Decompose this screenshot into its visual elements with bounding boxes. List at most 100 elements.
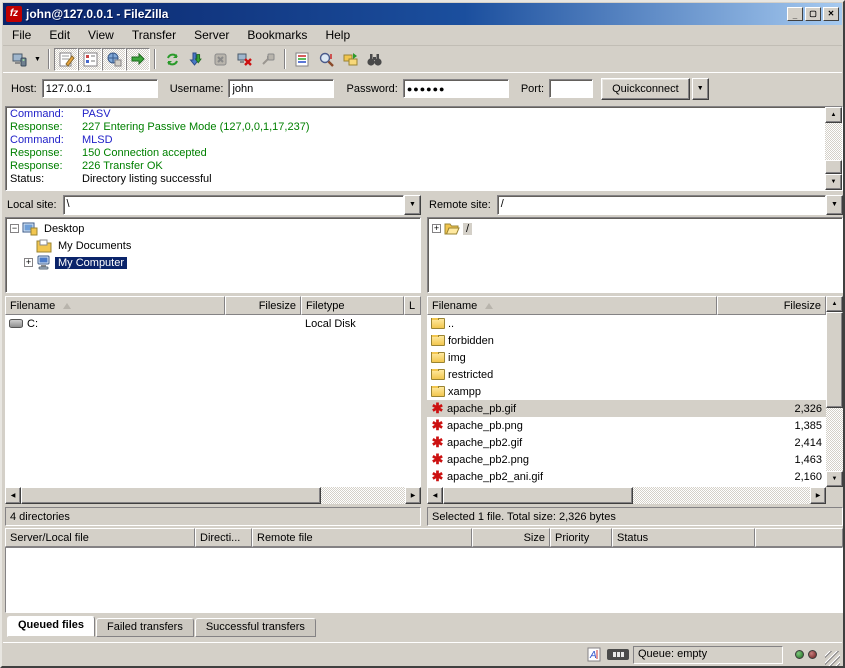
remote-file-row[interactable]: ✱apache_pb2_ani.gif 2,160	[427, 468, 826, 485]
column-header-filename[interactable]: Filename	[427, 296, 717, 315]
expand-icon[interactable]: +	[432, 224, 441, 233]
remote-horizontal-scrollbar[interactable]: ◀ ▶	[427, 487, 826, 504]
quickconnect-button[interactable]: Quickconnect	[601, 78, 690, 100]
speed-limits-icon[interactable]	[607, 649, 629, 660]
remote-file-row[interactable]: ✱apache_pb.png 1,385	[427, 417, 826, 434]
toolbar: ▼	[3, 46, 842, 72]
resize-grip[interactable]	[825, 651, 840, 666]
chevron-down-icon[interactable]: ▼	[404, 195, 421, 215]
chevron-down-icon[interactable]: ▼	[826, 195, 843, 215]
find-files-button[interactable]	[362, 48, 386, 71]
remote-site-combo[interactable]: / ▼	[497, 195, 843, 215]
local-scroll-track[interactable]	[21, 487, 405, 504]
column-header-filesize[interactable]: Filesize	[717, 296, 826, 315]
toggle-local-tree-button[interactable]	[78, 48, 102, 71]
column-header-filetype[interactable]: Filetype	[301, 296, 404, 315]
remote-file-row[interactable]: ..	[427, 315, 826, 332]
log-scrollbar[interactable]: ▲ ▼	[825, 107, 842, 190]
menu-file[interactable]: File	[3, 26, 40, 44]
local-file-row[interactable]: C: Local Disk	[5, 315, 421, 332]
tree-item-root[interactable]: + /	[428, 220, 842, 237]
tree-item-desktop[interactable]: − Desktop	[6, 220, 420, 237]
column-header-remote-file[interactable]: Remote file	[252, 528, 472, 547]
scroll-up-icon[interactable]: ▲	[826, 296, 843, 312]
menu-edit[interactable]: Edit	[40, 26, 79, 44]
username-input[interactable]	[228, 79, 334, 98]
toggle-message-log-button[interactable]	[54, 48, 78, 71]
scroll-left-icon[interactable]: ◀	[427, 487, 443, 504]
local-site-value[interactable]: \	[63, 195, 404, 215]
remote-file-row-selected[interactable]: ✱apache_pb.gif 2,326	[427, 400, 826, 417]
close-button[interactable]: ✕	[823, 7, 839, 21]
collapse-icon[interactable]: −	[10, 224, 19, 233]
menu-server[interactable]: Server	[185, 26, 238, 44]
scroll-up-icon[interactable]: ▲	[825, 107, 842, 123]
log-scroll-track[interactable]	[825, 123, 842, 174]
site-manager-dropdown[interactable]: ▼	[31, 48, 44, 71]
expand-icon[interactable]: +	[24, 258, 33, 267]
remote-file-row[interactable]: ✱apache_pb2.gif 2,414	[427, 434, 826, 451]
remote-hscroll-track[interactable]	[443, 487, 810, 504]
remote-site-value[interactable]: /	[497, 195, 826, 215]
local-site-combo[interactable]: \ ▼	[63, 195, 421, 215]
scroll-right-icon[interactable]: ▶	[810, 487, 826, 504]
disconnect-button[interactable]	[232, 48, 256, 71]
tab-successful-transfers[interactable]: Successful transfers	[195, 618, 316, 637]
toggle-remote-tree-button[interactable]	[102, 48, 126, 71]
site-manager-button[interactable]	[7, 48, 31, 71]
menu-bookmarks[interactable]: Bookmarks	[238, 26, 316, 44]
process-queue-button[interactable]	[184, 48, 208, 71]
remote-vscroll-thumb[interactable]	[826, 312, 843, 408]
column-header-status[interactable]: Status	[612, 528, 755, 547]
remote-file-row[interactable]: ✱apache_pb2.png 1,463	[427, 451, 826, 468]
tab-failed-transfers[interactable]: Failed transfers	[96, 618, 194, 637]
file-size: 2,414	[717, 437, 826, 449]
column-header-lastmodified[interactable]: L	[404, 296, 421, 315]
folder-icon	[431, 318, 445, 329]
log-scroll-thumb[interactable]	[825, 160, 842, 174]
directory-filters-button[interactable]	[290, 48, 314, 71]
tree-item-my-documents[interactable]: My Documents	[6, 237, 420, 254]
remote-file-row[interactable]: forbidden	[427, 332, 826, 349]
menu-help[interactable]: Help	[316, 26, 359, 44]
tab-queued-files[interactable]: Queued files	[7, 616, 95, 637]
synchronized-browsing-button[interactable]	[338, 48, 362, 71]
cancel-button[interactable]	[208, 48, 232, 71]
tree-item-my-computer[interactable]: + My Computer	[6, 254, 420, 271]
remote-file-row[interactable]: img	[427, 349, 826, 366]
menu-view[interactable]: View	[79, 26, 123, 44]
remote-status-bar: Selected 1 file. Total size: 2,326 bytes	[427, 507, 843, 526]
local-horizontal-scrollbar[interactable]: ◀ ▶	[5, 487, 421, 504]
remote-vscroll-track[interactable]	[826, 312, 843, 471]
refresh-button[interactable]	[160, 48, 184, 71]
directory-comparison-button[interactable]	[314, 48, 338, 71]
image-file-icon: ✱	[431, 419, 444, 432]
toggle-transfer-queue-button[interactable]	[126, 48, 150, 71]
password-input[interactable]	[403, 79, 509, 98]
window-title: john@127.0.0.1 - FileZilla	[26, 7, 785, 21]
scroll-right-icon[interactable]: ▶	[405, 487, 421, 504]
column-header-direction[interactable]: Directi...	[195, 528, 252, 547]
column-header-priority[interactable]: Priority	[550, 528, 612, 547]
remote-vertical-scrollbar[interactable]: ▲ ▼	[826, 296, 843, 487]
port-input[interactable]	[549, 79, 593, 98]
column-header-size[interactable]: Size	[472, 528, 550, 547]
scroll-down-icon[interactable]: ▼	[825, 174, 842, 190]
column-header-filesize[interactable]: Filesize	[225, 296, 301, 315]
remote-file-row[interactable]: xampp	[427, 383, 826, 400]
reconnect-button[interactable]	[256, 48, 280, 71]
remote-file-row[interactable]: restricted	[427, 366, 826, 383]
queue-list[interactable]	[5, 547, 843, 613]
remote-hscroll-thumb[interactable]	[443, 487, 633, 504]
scroll-down-icon[interactable]: ▼	[826, 471, 843, 487]
column-header-server-local-file[interactable]: Server/Local file	[5, 528, 195, 547]
column-header-filename[interactable]: Filename	[5, 296, 225, 315]
title-bar: fz john@127.0.0.1 - FileZilla _ ▢ ✕	[3, 3, 842, 25]
local-scroll-thumb[interactable]	[21, 487, 321, 504]
maximize-button[interactable]: ▢	[805, 7, 821, 21]
quickconnect-dropdown[interactable]: ▼	[692, 78, 709, 100]
host-input[interactable]	[42, 79, 158, 98]
menu-transfer[interactable]: Transfer	[123, 26, 185, 44]
minimize-button[interactable]: _	[787, 7, 803, 21]
scroll-left-icon[interactable]: ◀	[5, 487, 21, 504]
